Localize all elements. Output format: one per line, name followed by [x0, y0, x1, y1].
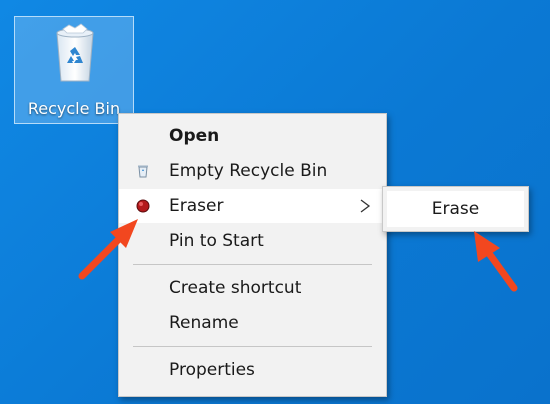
menu-item-label: Pin to Start	[169, 231, 264, 251]
submenu-item-erase[interactable]: Erase	[387, 191, 524, 227]
eraser-icon	[136, 199, 150, 213]
menu-item-empty-recycle-bin[interactable]: Empty Recycle Bin	[119, 154, 386, 188]
menu-item-label: Rename	[169, 313, 239, 333]
recycle-bin-desktop-icon[interactable]: Recycle Bin	[14, 16, 134, 124]
menu-item-eraser[interactable]: Eraser	[119, 189, 386, 223]
empty-bin-icon	[138, 165, 148, 178]
menu-item-label: Eraser	[169, 196, 224, 216]
menu-item-label: Create shortcut	[169, 278, 302, 298]
chevron-right-icon	[360, 199, 371, 213]
menu-item-label: Properties	[169, 360, 255, 380]
menu-separator	[133, 346, 372, 347]
menu-separator	[133, 264, 372, 265]
arrow-to-erase-item-icon	[474, 231, 518, 292]
menu-item-create-shortcut[interactable]: Create shortcut	[119, 271, 386, 305]
menu-item-label: Open	[169, 126, 220, 146]
recycle-bin-icon	[56, 23, 94, 82]
menu-item-label: Empty Recycle Bin	[169, 161, 328, 181]
menu-item-open[interactable]: Open	[119, 119, 386, 153]
menu-item-pin-to-start[interactable]: Pin to Start	[119, 224, 386, 258]
context-menu: Open Empty Recycle Bin Eraser Pin to Sta…	[118, 113, 387, 397]
eraser-submenu: Erase	[382, 186, 529, 232]
recycle-bin-label: Recycle Bin	[27, 99, 121, 118]
menu-item-properties[interactable]: Properties	[119, 353, 386, 387]
menu-item-rename[interactable]: Rename	[119, 306, 386, 340]
desktop: Recycle Bin Open Empty Recycle Bin Erase…	[0, 0, 550, 404]
